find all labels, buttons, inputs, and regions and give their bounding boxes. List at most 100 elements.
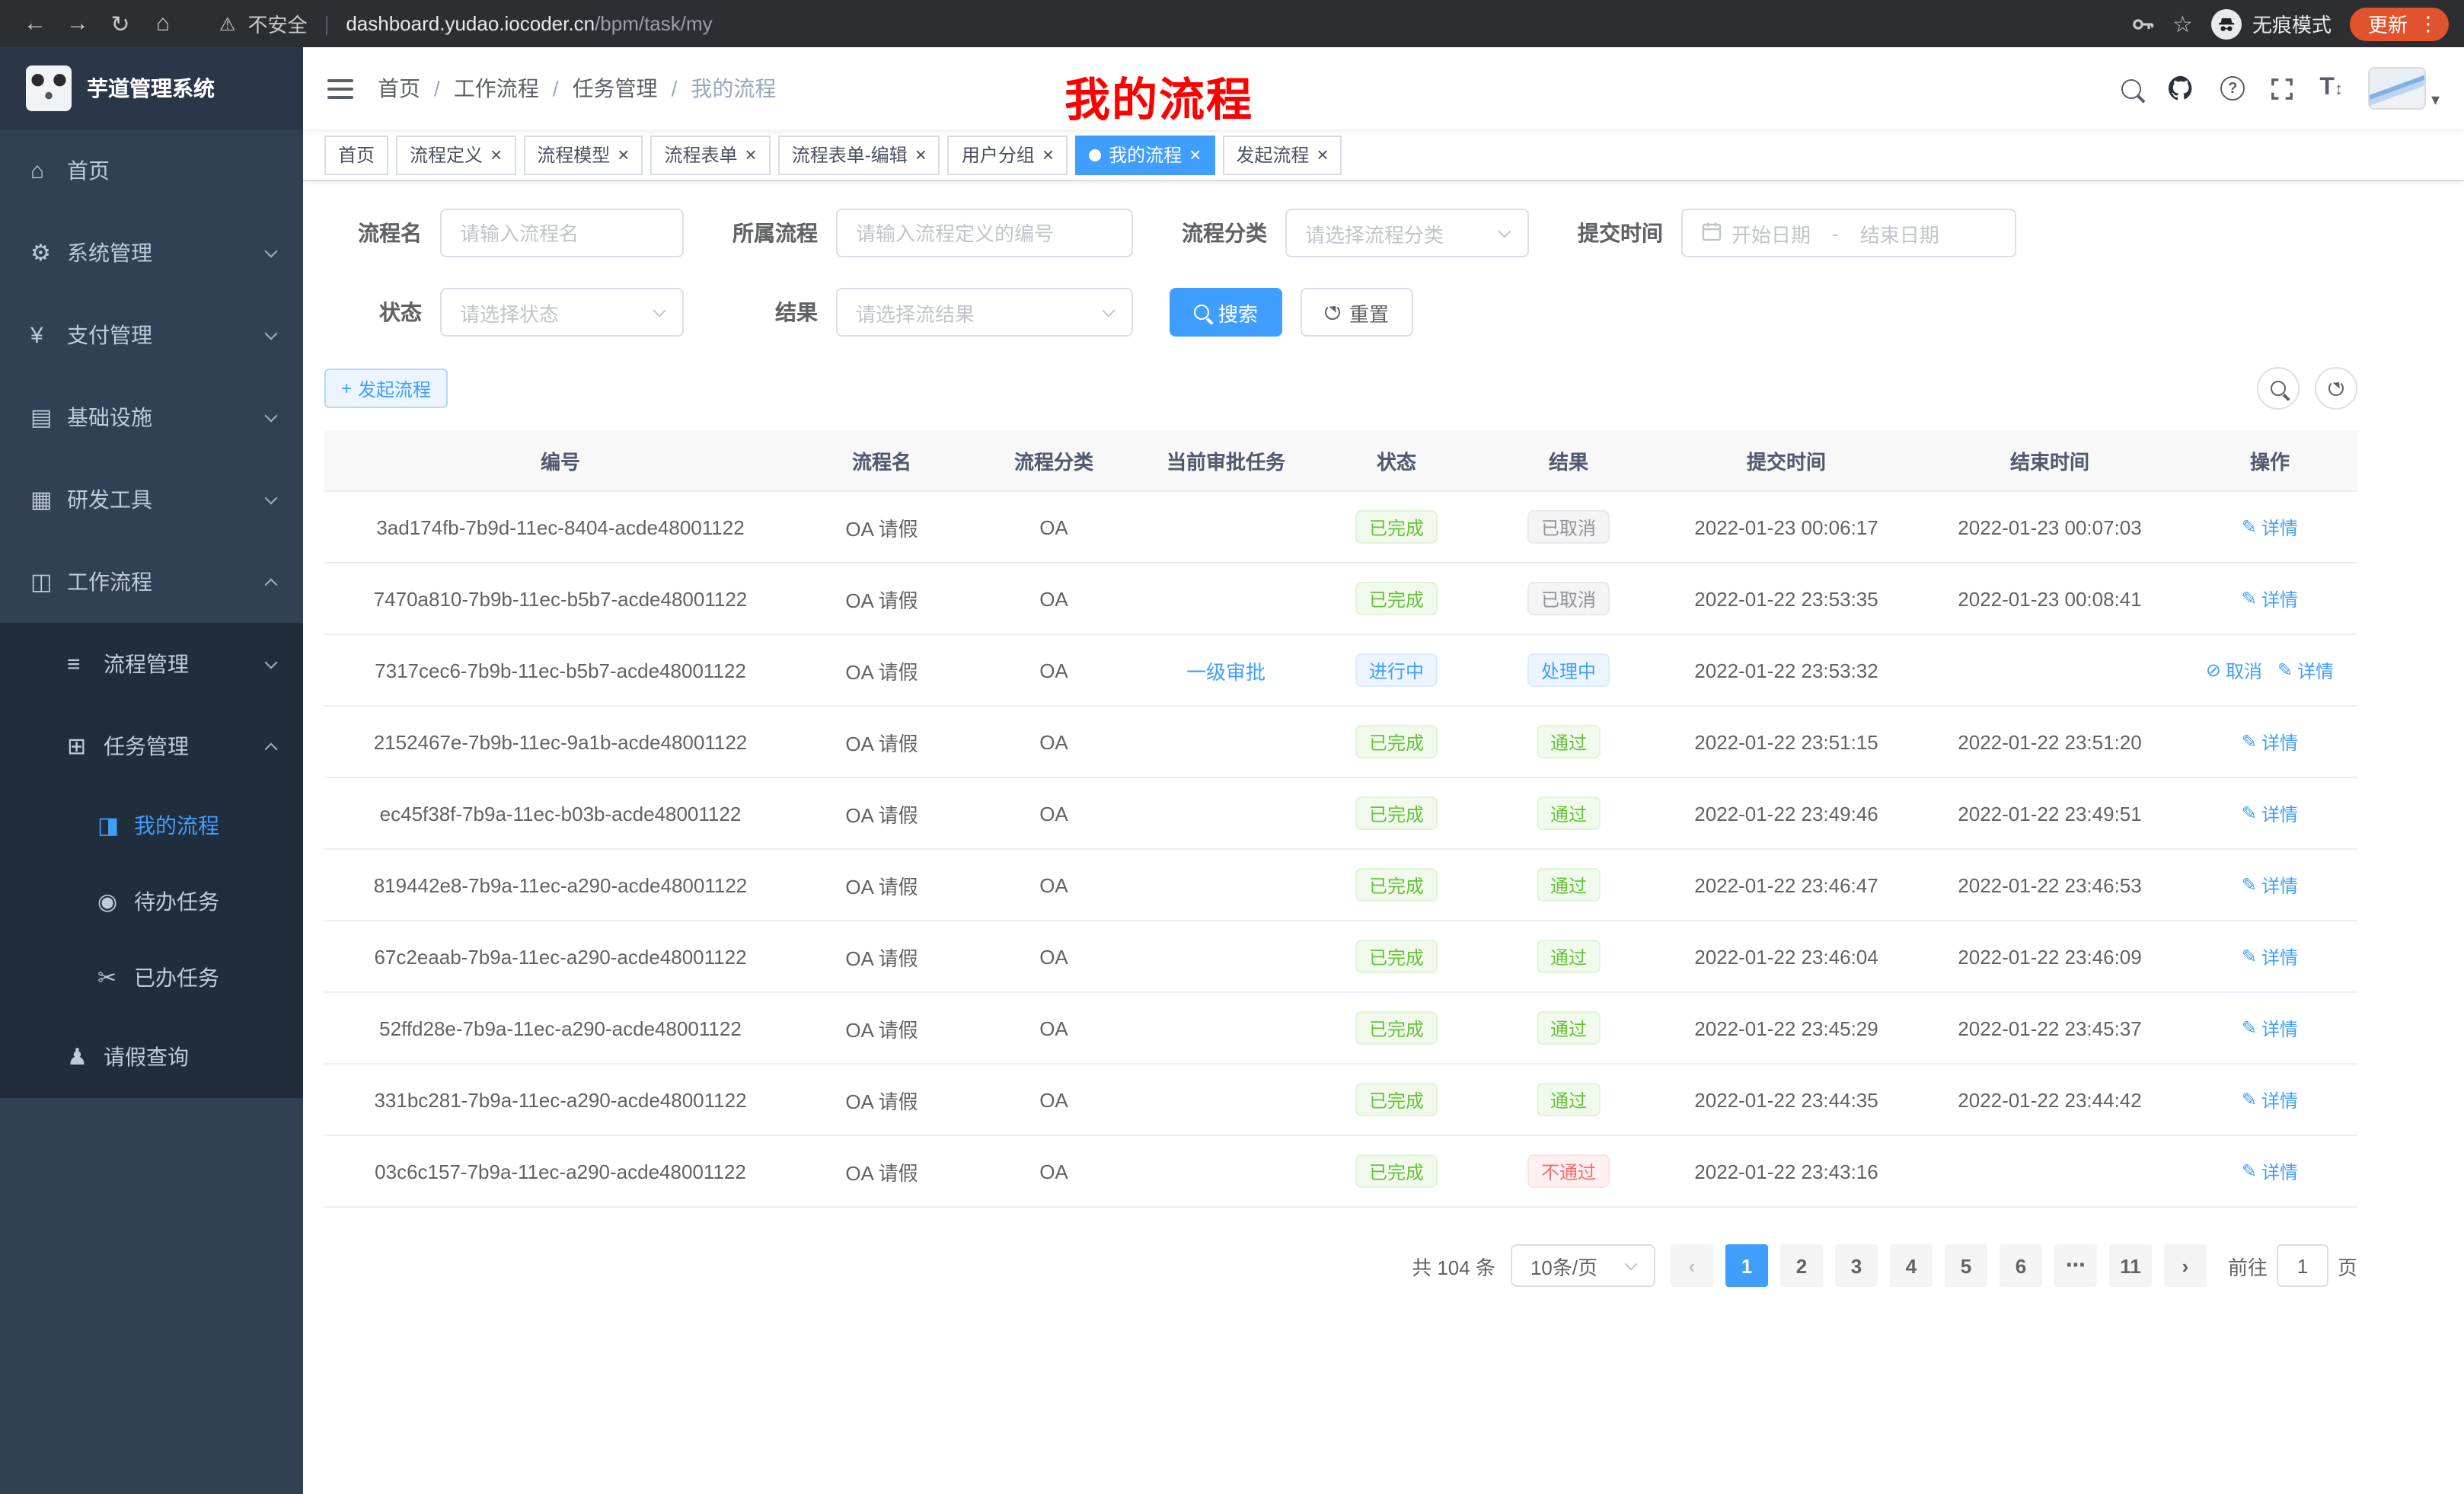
cell-id: 67c2eaab-7b9a-11ec-a290-acde48001122 — [324, 945, 796, 968]
cancel-icon: ⊘ — [2206, 659, 2221, 681]
browser-menu-icon[interactable]: ⋮ — [2418, 11, 2438, 36]
sidebar-item-my-process[interactable]: ◨我的流程 — [0, 787, 303, 864]
task-link[interactable]: 一级审批 — [1186, 656, 1266, 685]
breadcrumb-item[interactable]: 首页 — [378, 73, 420, 104]
tab-process-form[interactable]: 流程表单× — [650, 135, 770, 174]
sidebar-item-process-management[interactable]: ≡流程管理 — [0, 623, 303, 705]
breadcrumb-item[interactable]: 工作流程 — [454, 73, 539, 104]
status-select[interactable]: 请选择状态 — [440, 288, 684, 337]
tab-start-process[interactable]: 发起流程× — [1222, 135, 1342, 174]
back-icon[interactable]: ← — [15, 5, 55, 42]
cell-end-time: 2022-01-23 00:07:03 — [1917, 516, 2182, 538]
tab-my-process[interactable]: 我的流程× — [1075, 135, 1214, 174]
detail-action[interactable]: ✎详情 — [2242, 514, 2298, 540]
app-logo[interactable]: 芋道管理系统 — [0, 47, 303, 129]
sidebar-item-leave-query[interactable]: ♟请假查询 — [0, 1016, 303, 1098]
toggle-search-button[interactable] — [2257, 367, 2300, 410]
close-icon[interactable]: × — [745, 145, 757, 164]
sidebar-item-infrastructure[interactable]: ▤基础设施 — [0, 376, 303, 458]
goto-page-input[interactable] — [2277, 1244, 2328, 1287]
detail-action[interactable]: ✎详情 — [2242, 1087, 2298, 1113]
close-icon[interactable]: × — [618, 145, 629, 164]
detail-action[interactable]: ✎详情 — [2242, 1158, 2298, 1184]
sidebar-item-workflow[interactable]: ◫工作流程 — [0, 541, 303, 623]
pager-page[interactable]: 4 — [1890, 1244, 1933, 1287]
start-process-button[interactable]: + 发起流程 — [324, 369, 448, 408]
cell-result: 处理中 — [1482, 653, 1655, 687]
goto-label: 前往 — [2228, 1251, 2268, 1280]
bookmark-star-icon[interactable]: ☆ — [2172, 10, 2193, 37]
cell-end-time: 2022-01-22 23:49:51 — [1917, 802, 2182, 825]
forward-icon[interactable]: → — [58, 5, 97, 42]
sidebar-item-done-tasks[interactable]: ✂已办任务 — [0, 940, 303, 1016]
cell-submit-time: 2022-01-22 23:43:16 — [1655, 1160, 1917, 1183]
hamburger-icon[interactable] — [327, 77, 353, 100]
close-icon[interactable]: × — [1317, 145, 1328, 164]
detail-action[interactable]: ✎详情 — [2242, 586, 2298, 611]
result-select[interactable]: 请选择流结果 — [836, 288, 1133, 337]
sidebar-item-payment[interactable]: ¥支付管理 — [0, 294, 303, 376]
home-browser-icon[interactable]: ⌂ — [143, 5, 183, 42]
date-range-picker[interactable]: 开始日期 - 结束日期 — [1681, 209, 2016, 257]
action-label: 详情 — [2261, 1158, 2298, 1184]
close-icon[interactable]: × — [1189, 145, 1201, 164]
cell-process-name: OA 请假 — [796, 1157, 967, 1186]
tab-process-form-edit[interactable]: 流程表单-编辑× — [778, 135, 940, 174]
reload-icon[interactable]: ↻ — [101, 5, 140, 42]
refresh-table-button[interactable] — [2315, 367, 2357, 410]
table-row: 7317cec6-7b9b-11ec-b5b7-acde48001122OA 请… — [324, 635, 2357, 707]
tab-user-group[interactable]: 用户分组× — [948, 135, 1068, 174]
tab-process-model[interactable]: 流程模型× — [523, 135, 643, 174]
pager-prev[interactable]: ‹ — [1671, 1244, 1713, 1287]
detail-action[interactable]: ✎详情 — [2242, 1015, 2298, 1041]
sidebar-item-home[interactable]: ⌂首页 — [0, 129, 303, 212]
pager-page[interactable]: 2 — [1780, 1244, 1823, 1287]
close-icon[interactable]: × — [490, 145, 502, 164]
sidebar-item-todo-tasks[interactable]: ◉待办任务 — [0, 864, 303, 940]
github-icon[interactable] — [2167, 75, 2194, 102]
cancel-action[interactable]: ⊘取消 — [2206, 657, 2262, 683]
tab-process-definition[interactable]: 流程定义× — [396, 135, 515, 174]
pager-more[interactable]: ⋯ — [2054, 1244, 2097, 1287]
search-button[interactable]: 搜索 — [1170, 288, 1282, 337]
pager-page[interactable]: 11 — [2109, 1244, 2152, 1287]
address-bar[interactable]: ⚠ 不安全 | dashboard.yudao.iocoder.cn/bpm/t… — [219, 9, 2127, 38]
detail-action[interactable]: ✎详情 — [2242, 729, 2298, 755]
parent-process-input[interactable] — [836, 209, 1133, 257]
pager-page[interactable]: 6 — [2000, 1244, 2042, 1287]
detail-icon: ✎ — [2242, 1017, 2257, 1039]
sidebar-item-system[interactable]: ⚙系统管理 — [0, 212, 303, 294]
user-avatar[interactable]: ▾ — [2369, 67, 2440, 110]
category-select[interactable]: 请选择流程分类 — [1285, 209, 1529, 257]
pager-page[interactable]: 5 — [1945, 1244, 1987, 1287]
close-icon[interactable]: × — [1042, 145, 1054, 164]
sidebar-item-devtools[interactable]: ▦研发工具 — [0, 458, 303, 541]
column-header: 结束时间 — [1917, 446, 2182, 475]
status-tag: 已完成 — [1355, 796, 1438, 830]
help-icon[interactable]: ? — [2220, 76, 2245, 101]
detail-action[interactable]: ✎详情 — [2242, 872, 2298, 898]
detail-action[interactable]: ✎详情 — [2242, 800, 2298, 826]
pager-next[interactable]: › — [2164, 1244, 2207, 1287]
update-button[interactable]: 更新 ⋮ — [2350, 7, 2449, 40]
breadcrumb-item[interactable]: 任务管理 — [573, 73, 658, 104]
sidebar-item-task-management[interactable]: ⊞任务管理 — [0, 705, 303, 787]
detail-action[interactable]: ✎详情 — [2242, 943, 2298, 969]
fullscreen-icon[interactable] — [2271, 77, 2293, 100]
detail-action[interactable]: ✎详情 — [2277, 657, 2334, 683]
cell-result: 已取消 — [1482, 510, 1655, 544]
search-icon[interactable] — [2121, 78, 2141, 98]
password-key-icon[interactable] — [2130, 11, 2154, 36]
reset-button[interactable]: 重置 — [1301, 288, 1413, 337]
pager-page[interactable]: 3 — [1835, 1244, 1878, 1287]
status-tag: 已完成 — [1355, 1154, 1438, 1188]
font-size-icon[interactable]: T↕ — [2319, 75, 2343, 102]
filter-submit-time: 提交时间 开始日期 - 结束日期 — [1566, 209, 2016, 257]
close-icon[interactable]: × — [915, 145, 927, 164]
process-name-input[interactable] — [440, 209, 684, 257]
tab-home[interactable]: 首页 — [324, 135, 388, 174]
cell-submit-time: 2022-01-22 23:53:35 — [1655, 587, 1917, 610]
pager-page[interactable]: 1 — [1725, 1244, 1768, 1287]
cell-id: ec45f38f-7b9a-11ec-b03b-acde48001122 — [324, 802, 796, 825]
page-size-select[interactable]: 10条/页 — [1511, 1244, 1655, 1287]
